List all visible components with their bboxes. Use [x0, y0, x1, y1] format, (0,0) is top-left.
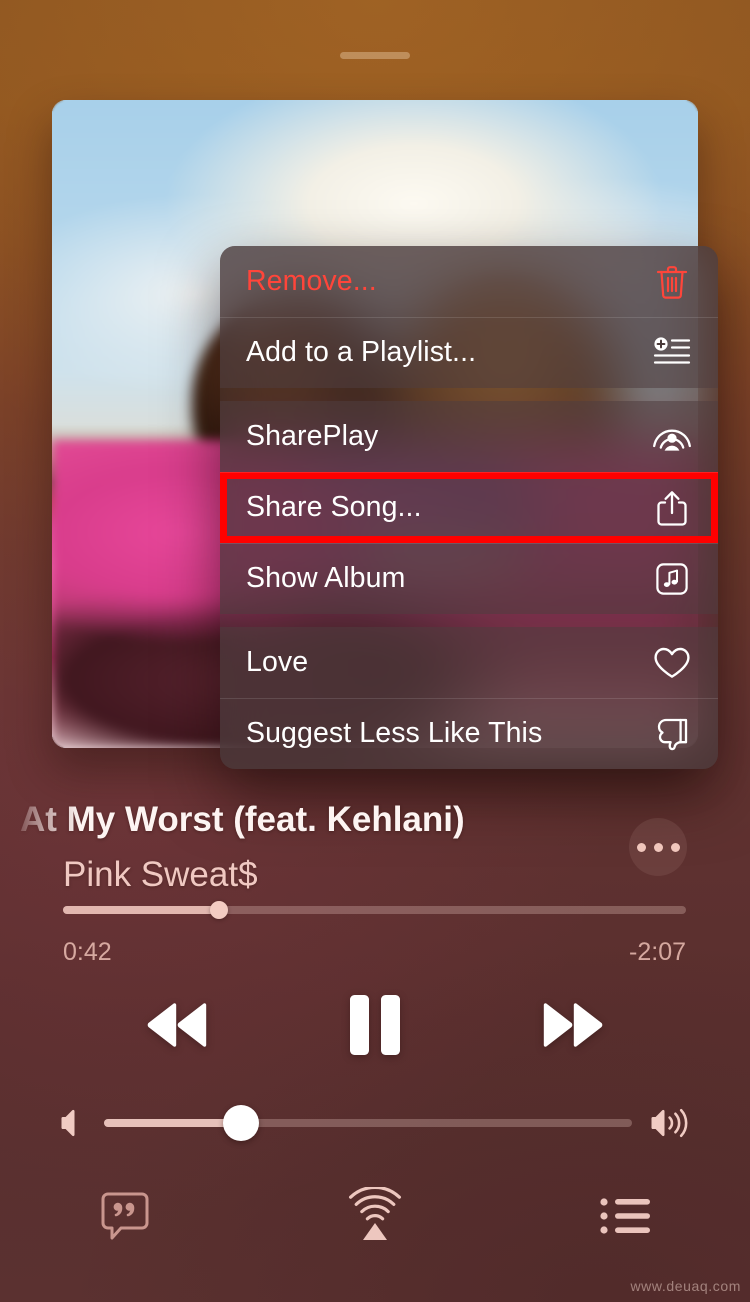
airplay-button[interactable]: [250, 1178, 500, 1254]
menu-item-label: SharePlay: [246, 420, 379, 452]
menu-item-suggest-less[interactable]: Suggest Less Like This: [220, 698, 718, 769]
playback-progress-slider[interactable]: [63, 901, 686, 919]
remaining-time: -2:07: [629, 938, 686, 966]
context-menu-group: Love Suggest Less Like This: [220, 627, 718, 769]
heart-icon: [652, 643, 692, 683]
context-menu-group: SharePlay Share Song... Show Album: [220, 401, 718, 614]
speaker-low-icon: [58, 1109, 86, 1137]
menu-item-remove[interactable]: Remove...: [220, 246, 718, 317]
trash-icon: [652, 262, 692, 302]
menu-item-label: Share Song...: [246, 491, 422, 523]
menu-item-show-album[interactable]: Show Album: [220, 543, 718, 614]
volume-slider[interactable]: [104, 1105, 632, 1141]
menu-item-share-song[interactable]: Share Song...: [220, 472, 718, 543]
menu-item-label: Love: [246, 646, 309, 678]
artist-name: Pink Sweat$: [63, 855, 258, 894]
menu-item-label: Show Album: [246, 562, 406, 594]
sheet-grabber[interactable]: [340, 52, 410, 59]
volume-knob[interactable]: [223, 1105, 260, 1141]
context-menu: Remove... Add to a Playlist... SharePlay…: [220, 246, 718, 769]
shareplay-icon: [652, 417, 692, 457]
lyrics-quote-icon: [99, 1190, 151, 1242]
speaker-high-icon: [648, 1108, 692, 1138]
progress-knob[interactable]: [209, 901, 228, 919]
queue-button[interactable]: [500, 1178, 750, 1254]
thumbs-down-icon: [652, 714, 692, 754]
volume-slider-row: [58, 1105, 692, 1141]
playlist-add-icon: [652, 333, 692, 373]
airplay-audio-icon: [347, 1187, 403, 1245]
queue-list-icon: [600, 1196, 650, 1236]
ellipsis-dot: [636, 842, 646, 852]
progress-fill: [63, 906, 219, 914]
fast-forward-icon: [536, 999, 614, 1051]
site-watermark: www.deuaq.com: [630, 1278, 741, 1294]
transport-controls: [0, 986, 750, 1064]
song-title-marquee: At My Worst (feat. Kehlani): [20, 803, 600, 851]
fast-forward-button[interactable]: [475, 986, 675, 1064]
menu-item-love[interactable]: Love: [220, 627, 718, 698]
menu-item-label: Add to a Playlist...: [246, 336, 477, 368]
now-playing-screen: Remove... Add to a Playlist... SharePlay…: [0, 0, 750, 1302]
song-title: At My Worst (feat. Kehlani): [20, 803, 465, 839]
pause-icon: [344, 993, 406, 1057]
menu-item-label: Remove...: [246, 265, 377, 297]
elapsed-time: 0:42: [63, 938, 112, 966]
menu-item-add-to-playlist[interactable]: Add to a Playlist...: [220, 317, 718, 388]
album-music-note-icon: [652, 559, 692, 599]
playback-times: 0:42 -2:07: [63, 938, 686, 967]
lyrics-button[interactable]: [0, 1178, 250, 1254]
menu-item-shareplay[interactable]: SharePlay: [220, 401, 718, 472]
rewind-icon: [136, 999, 214, 1051]
more-options-button[interactable]: [629, 818, 687, 876]
volume-fill: [104, 1119, 242, 1127]
ellipsis-dot: [653, 842, 663, 852]
pause-button[interactable]: [275, 986, 475, 1064]
context-menu-group: Remove... Add to a Playlist...: [220, 246, 718, 388]
menu-item-label: Suggest Less Like This: [246, 717, 543, 749]
ellipsis-dot: [670, 842, 680, 852]
rewind-button[interactable]: [75, 986, 275, 1064]
share-icon: [652, 488, 692, 528]
